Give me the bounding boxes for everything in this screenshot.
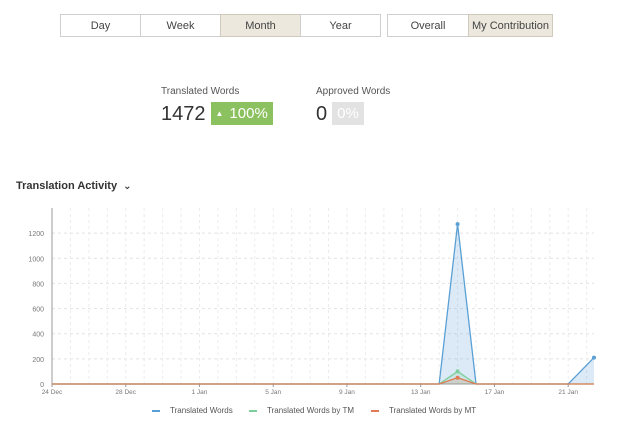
legend-label: Translated Words by MT bbox=[389, 406, 477, 415]
legend-swatch bbox=[152, 409, 160, 412]
approved-words-label: Approved Words bbox=[316, 86, 391, 97]
tab-day[interactable]: Day bbox=[60, 14, 141, 37]
approved-percent-badge: 0% bbox=[332, 102, 364, 125]
x-tick-label: 5 Jan bbox=[265, 389, 281, 396]
y-tick-label: 1000 bbox=[28, 256, 44, 263]
legend-label: Translated Words by TM bbox=[267, 406, 354, 415]
x-tick-label: 28 Dec bbox=[115, 389, 136, 396]
y-tick-label: 800 bbox=[32, 281, 44, 288]
tab-overall[interactable]: Overall bbox=[387, 14, 469, 37]
legend-swatch bbox=[249, 409, 257, 412]
translated-percent-value: 100% bbox=[229, 105, 268, 122]
time-range-selector: Day Week Month Year bbox=[60, 14, 381, 37]
data-point bbox=[455, 222, 460, 227]
legend-swatch bbox=[371, 409, 379, 412]
tab-week[interactable]: Week bbox=[140, 14, 221, 37]
y-tick-label: 600 bbox=[32, 307, 44, 314]
x-tick-label: 17 Jan bbox=[485, 389, 505, 396]
legend-label: Translated Words bbox=[170, 406, 233, 415]
y-tick-label: 200 bbox=[32, 357, 44, 364]
section-title: Translation Activity bbox=[16, 180, 118, 192]
y-tick-label: 400 bbox=[32, 332, 44, 339]
translated-words-value: 1472 bbox=[161, 102, 206, 125]
approved-words-value: 0 bbox=[316, 102, 328, 125]
tab-year[interactable]: Year bbox=[300, 14, 381, 37]
approved-words-stat: Approved Words 0 0% bbox=[316, 86, 390, 125]
translation-activity-toggle[interactable]: Translation Activity ⌄ bbox=[16, 180, 131, 192]
x-tick-label: 9 Jan bbox=[339, 389, 355, 396]
x-tick-label: 1 Jan bbox=[192, 389, 208, 396]
tab-month[interactable]: Month bbox=[220, 14, 301, 37]
up-arrow-icon: ▲ bbox=[215, 109, 224, 118]
translated-percent-badge: ▲ 100% bbox=[210, 102, 273, 125]
legend-item-tm[interactable]: Translated Words by TM bbox=[249, 406, 354, 415]
legend-item-translated[interactable]: Translated Words bbox=[152, 406, 233, 415]
translated-words-label: Translated Words bbox=[161, 86, 240, 97]
approved-percent-value: 0% bbox=[337, 105, 359, 122]
tab-my-contribution[interactable]: My Contribution bbox=[468, 14, 553, 37]
x-tick-label: 21 Jan bbox=[558, 389, 578, 396]
scope-selector: Overall My Contribution bbox=[387, 14, 553, 37]
translation-activity-chart: 0 200 400 600 800 1000 1200 24 Dec 28 Dec 1 Jan 5 … bbox=[28, 208, 596, 396]
y-tick-label: 0 bbox=[40, 382, 44, 389]
chevron-down-icon: ⌄ bbox=[123, 180, 132, 192]
x-tick-label: 24 Dec bbox=[42, 389, 63, 396]
y-tick-label: 1200 bbox=[28, 231, 44, 238]
data-point bbox=[455, 375, 460, 380]
x-tick-label: 13 Jan bbox=[411, 389, 431, 396]
data-point bbox=[592, 355, 596, 360]
translated-words-stat: Translated Words 1472 ▲ 100% bbox=[161, 86, 273, 125]
legend-item-mt[interactable]: Translated Words by MT bbox=[371, 406, 476, 415]
data-point bbox=[455, 369, 460, 374]
